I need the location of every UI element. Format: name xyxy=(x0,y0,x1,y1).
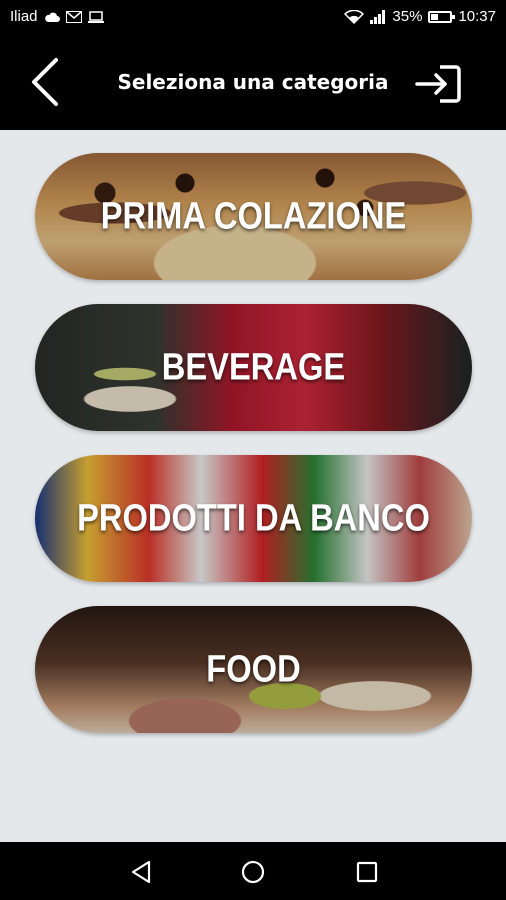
back-triangle-icon[interactable] xyxy=(128,859,154,885)
category-prodotti-da-banco[interactable]: PRODOTTI DA BANCO xyxy=(35,455,472,582)
category-label: FOOD xyxy=(206,648,301,690)
category-prima-colazione[interactable]: PRIMA COLAZIONE xyxy=(35,153,472,280)
status-bar-right: 35% 10:37 xyxy=(344,8,496,25)
home-circle-icon[interactable] xyxy=(240,859,266,885)
cloud-icon xyxy=(44,12,60,22)
category-label: PRIMA COLAZIONE xyxy=(100,195,407,237)
wifi-icon xyxy=(344,9,365,24)
recents-square-icon[interactable] xyxy=(354,859,380,885)
category-label: PRODOTTI DA BANCO xyxy=(77,497,430,539)
battery-percent: 35% xyxy=(392,8,423,25)
signal-icon xyxy=(370,9,386,24)
status-bar-left: Iliad xyxy=(10,8,104,25)
battery-icon xyxy=(428,10,456,23)
category-label: BEVERAGE xyxy=(161,346,346,388)
category-beverage[interactable]: BEVERAGE xyxy=(35,304,472,431)
category-list: PRIMA COLAZIONE BEVERAGE PRODOTTI DA BAN… xyxy=(0,130,506,842)
login-icon[interactable] xyxy=(414,64,462,104)
laptop-icon xyxy=(87,10,104,23)
system-nav-bar xyxy=(0,842,506,900)
app-bar: Seleziona una categoria xyxy=(0,34,506,130)
carrier-name: Iliad xyxy=(10,8,38,25)
status-bar: Iliad 35% 10:37 xyxy=(0,0,506,34)
category-food[interactable]: FOOD xyxy=(35,606,472,733)
gmail-icon xyxy=(65,10,82,23)
clock: 10:37 xyxy=(458,8,496,25)
